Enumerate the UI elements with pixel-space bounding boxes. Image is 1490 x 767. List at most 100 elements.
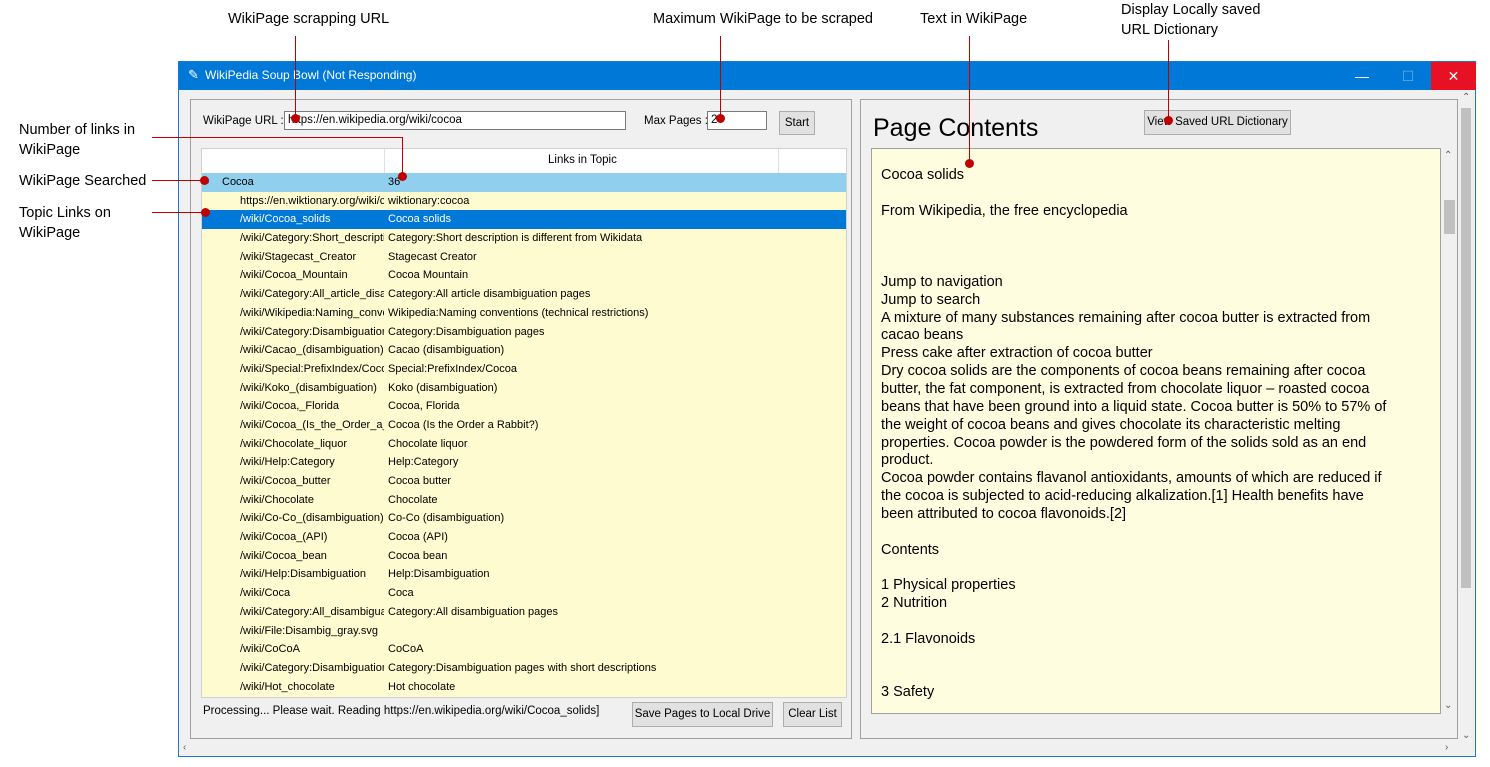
tree-row[interactable]: /wiki/Coca Coca [202, 584, 846, 603]
text-line: the weight of cocoa beans and gives choc… [881, 416, 1341, 433]
row-title: Cocoa butter [388, 475, 451, 487]
text-line: A mixture of many substances remaining a… [881, 309, 1371, 326]
annotation-topic-2: WikiPage [19, 225, 81, 241]
row-title: Cocoa solids [388, 213, 451, 226]
tree-row[interactable]: /wiki/Chocolate_liquor Chocolate liquor [202, 435, 846, 454]
tree-row[interactable]: /wiki/Cocoa_solids Cocoa solids [202, 210, 846, 230]
annotation-dot [291, 114, 300, 123]
annotation-saved-2: URL Dictionary [1121, 22, 1218, 38]
tree-row[interactable]: https://en.wiktionary.org/wiki/cocoa wikt… [202, 192, 846, 211]
tree-row[interactable]: /wiki/Cocoa_Mountain Cocoa Mountain [202, 266, 846, 285]
tree-row[interactable]: /wiki/Koko_(disambiguation) Koko (disambi… [202, 379, 846, 398]
row-link: /wiki/Category:Disambiguation_pages [240, 325, 384, 338]
scroll-left-icon[interactable]: ‹ [183, 742, 186, 753]
tree-row[interactable]: /wiki/CoCoA CoCoA [202, 640, 846, 659]
text-line [872, 559, 1440, 577]
tree-row[interactable]: /wiki/Category:Short_description Category… [202, 229, 846, 248]
text-scroll-thumb[interactable] [1444, 200, 1455, 234]
close-button[interactable]: ✕ [1431, 62, 1476, 90]
clear-list-button[interactable]: Clear List [783, 702, 842, 727]
tree-row[interactable]: /wiki/Help:Category Help:Category [202, 453, 846, 472]
max-pages-label: Max Pages : [644, 115, 708, 127]
row-title: Chocolate liquor [388, 437, 468, 450]
tree-row[interactable]: /wiki/Category:Disambiguation_pages_with… [202, 659, 846, 678]
annotation-dot [1164, 116, 1173, 125]
row-link: /wiki/Help:Disambiguation [240, 568, 366, 581]
text-scrollbar[interactable]: ⌃ ⌄ [1441, 148, 1457, 714]
row-link: /wiki/Chocolate [240, 493, 314, 506]
annotation-url: WikiPage scrapping URL [228, 11, 390, 27]
title-bar[interactable]: ✎ WikiPedia Soup Bowl (Not Responding) —… [179, 62, 1476, 90]
row-link: /wiki/Cacao_(disambiguation) [240, 344, 384, 357]
text-line: Dry cocoa solids are the components of c… [881, 363, 1366, 380]
window-hscroll[interactable]: ‹ › [179, 742, 1458, 756]
column-header-links[interactable]: Links in Topic [548, 154, 617, 166]
row-title: Coca [388, 587, 414, 600]
tree-row[interactable]: /wiki/Chocolate Chocolate [202, 491, 846, 510]
tree-row[interactable]: /wiki/Cocoa_bean Cocoa bean [202, 547, 846, 566]
annotation-line [969, 36, 970, 161]
tree-row[interactable]: /wiki/Co-Co_(disambiguation) Co-Co (disam… [202, 509, 846, 528]
column-separator[interactable] [384, 149, 385, 173]
scroll-right-icon[interactable]: › [1445, 742, 1448, 753]
row-link: /wiki/Category:All_article_disambiguatio… [240, 288, 384, 301]
minimize-button[interactable]: — [1339, 62, 1385, 90]
annotation-dot [201, 208, 210, 217]
page-text[interactable]: Cocoa solids From Wikipedia, the free enc… [871, 148, 1441, 714]
text-line: cacao beans [881, 327, 964, 344]
maximize-button[interactable]: ☐ [1385, 62, 1431, 90]
row-link: /wiki/Cocoa,_Florida [240, 400, 340, 413]
tree-row[interactable]: /wiki/Stagecast_Creator Stagecast Creator [202, 248, 846, 267]
annotation-dot [200, 176, 209, 185]
annotation-topic-1: Topic Links on [19, 205, 111, 221]
row-link: /wiki/File:Disambig_gray.svg [240, 624, 378, 637]
tree-row[interactable]: /wiki/Cocoa,_Florida Cocoa, Florida [202, 397, 846, 416]
tree-row[interactable]: /wiki/Hot_chocolate Hot chocolate [202, 678, 846, 697]
tree-row[interactable]: /wiki/Special:PrefixIndex/Cocoa Special:P… [202, 360, 846, 379]
save-pages-button[interactable]: Save Pages to Local Drive [632, 702, 773, 727]
text-line: Press cake after extraction of cocoa but… [881, 345, 1153, 362]
tree-row[interactable]: /wiki/Cocoa_butter Cocoa butter [202, 472, 846, 491]
row-title: Cocoa Mountain [388, 269, 469, 282]
annotation-line [1168, 40, 1169, 118]
start-button[interactable]: Start [779, 111, 815, 135]
tree-row[interactable]: /wiki/Help:Disambiguation Help:Disambigua… [202, 565, 846, 584]
row-title: Category:All disambiguation pages [388, 605, 558, 618]
tree-row[interactable]: /wiki/Cacao_(disambiguation) Cacao (disam… [202, 341, 846, 360]
tree-row[interactable]: /wiki/Wikipedia:Naming_conventions Wikipe… [202, 304, 846, 323]
row-link: /wiki/Coca [240, 587, 291, 600]
row-title: Hot chocolate [388, 680, 456, 693]
window-vscroll-thumb[interactable] [1461, 108, 1471, 588]
annotation-saved-1: Display Locally saved [1121, 2, 1261, 18]
text-line: butter, the fat component, is extracted … [881, 380, 1370, 397]
tree-row[interactable]: /wiki/Cocoa_(API) Cocoa (API) [202, 528, 846, 547]
scroll-up-icon[interactable]: ⌃ [1444, 150, 1452, 161]
tree-parent-row[interactable]: ◦ Cocoa 36 [202, 173, 846, 192]
scroll-down-icon[interactable]: ⌄ [1444, 700, 1452, 711]
scroll-down-icon[interactable]: ⌄ [1462, 730, 1470, 741]
window-vscroll[interactable]: ⌃ ⌄ [1458, 92, 1474, 741]
tree-row[interactable]: /wiki/File:Disambig_gray.svg [202, 622, 846, 641]
row-title: Category:All article disambiguation page… [388, 288, 591, 301]
url-input[interactable]: https://en.wikipedia.org/wiki/cocoa [284, 111, 626, 130]
annotation-num-links-1: Number of links in [19, 122, 136, 138]
text-line: Jump to navigation [881, 273, 1003, 290]
scroll-up-icon[interactable]: ⌃ [1462, 92, 1470, 103]
row-title: Chocolate [388, 493, 438, 506]
links-tree[interactable]: Links in Topic ◦ Cocoa 36 https://en.wik… [201, 148, 847, 698]
tree-row[interactable]: /wiki/Category:Disambiguation_pages Categ… [202, 323, 846, 342]
tree-row[interactable]: /wiki/Category:All_article_disambiguatio… [202, 285, 846, 304]
row-link: /wiki/Special:PrefixIndex/Cocoa [240, 362, 384, 375]
column-separator[interactable] [778, 149, 779, 173]
row-link: /wiki/Koko_(disambiguation) [240, 381, 377, 394]
row-title: Category:Short description is different … [388, 232, 643, 245]
tree-row[interactable]: /wiki/Category:All_disambiguation_pages C… [202, 603, 846, 622]
row-title: Stagecast Creator [388, 250, 477, 263]
tree-row[interactable]: /wiki/Cocoa_(Is_the_Order_a_Rabbit?) Coco… [202, 416, 846, 435]
page-contents-title: Page Contents [873, 114, 1039, 142]
annotation-dot [965, 159, 974, 168]
page-text-lines: Cocoa solids From Wikipedia, the free enc… [872, 149, 1440, 702]
row-link: /wiki/Cocoa_Mountain [240, 269, 348, 282]
row-link: /wiki/Cocoa_bean [240, 549, 327, 562]
text-line: Cocoa powder contains flavanol antioxida… [881, 470, 1382, 487]
